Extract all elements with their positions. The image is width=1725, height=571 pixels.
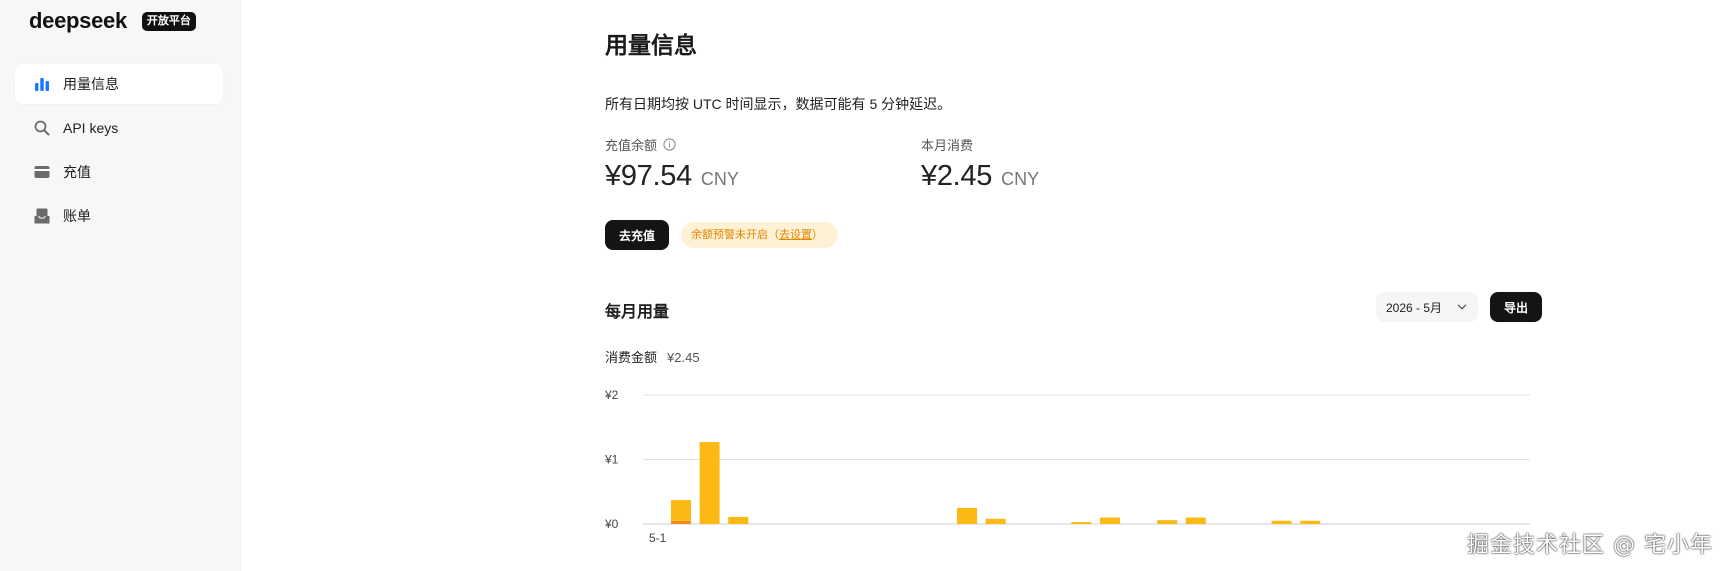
spend-total: 消费金额 ¥2.45 — [605, 347, 700, 366]
chart-bar — [957, 507, 977, 524]
chart-bar — [1185, 517, 1206, 524]
chart-bar — [985, 518, 1006, 524]
platform-badge: 开放平台 — [141, 11, 196, 31]
balance-amount: ¥97.54 — [605, 160, 692, 192]
brand[interactable]: deepseek 开放平台 — [29, 8, 196, 34]
chart-bar — [1271, 520, 1292, 524]
spend-total-value: ¥2.45 — [667, 350, 700, 365]
sidebar-item-label: 用量信息 — [63, 76, 119, 92]
chart-bar — [671, 520, 691, 524]
monthly-spend-value: ¥2.45 CNY — [921, 160, 1039, 193]
chart-bar — [1157, 520, 1178, 524]
sidebar-item-usage[interactable]: 用量信息 — [15, 64, 223, 104]
month-select[interactable]: 2026 - 5月 — [1376, 292, 1478, 322]
month-select-value: 2026 - 5月 — [1386, 300, 1443, 315]
utc-notice: 所有日期均按 UTC 时间显示，数据可能有 5 分钟延迟。 — [605, 96, 952, 112]
monthly-spend-unit: CNY — [1001, 169, 1040, 189]
sidebar-item-label: API keys — [63, 120, 119, 136]
info-icon[interactable] — [663, 138, 676, 151]
sidebar-item-label: 充值 — [63, 164, 91, 180]
sidebar: deepseek 开放平台 用量信息 API keys 充值 账单 — [0, 0, 241, 571]
sidebar-item-topup[interactable]: 充值 — [15, 152, 223, 192]
wallet-icon — [33, 163, 51, 181]
chart-bar — [699, 442, 720, 524]
chevron-down-icon — [1456, 301, 1468, 313]
watermark: 掘金技术社区 @ 宅小年 — [1467, 533, 1713, 558]
usage-page: 用量信息 所有日期均按 UTC 时间显示，数据可能有 5 分钟延迟。 充值余额 … — [604, 0, 1645, 571]
spend-total-label: 消费金额 — [605, 350, 658, 365]
bar-chart-icon — [33, 75, 51, 93]
alert-text: 余额预警未开启（ — [691, 229, 779, 241]
balance-stat: 充值余额 ¥97.54 CNY — [605, 135, 739, 193]
sidebar-item-api-keys[interactable]: API keys — [15, 108, 223, 148]
balance-label-row: 充值余额 — [605, 135, 739, 154]
chart-bar — [1100, 517, 1120, 524]
search-icon — [33, 119, 51, 137]
inbox-icon — [33, 207, 51, 225]
monthly-spend-amount: ¥2.45 — [921, 160, 993, 192]
export-button[interactable]: 导出 — [1490, 292, 1542, 322]
usage-chart: ¥0 ¥1 ¥2 5-1 — [604, 382, 1545, 552]
monthly-spend-label: 本月消费 — [921, 138, 974, 153]
y-tick-label: ¥0 — [604, 517, 619, 531]
balance-unit: CNY — [700, 169, 739, 189]
alert-close-paren: ） — [812, 229, 823, 241]
usage-chart-svg: ¥0 ¥1 ¥2 5-1 — [604, 388, 1530, 545]
chart-bar — [671, 500, 691, 521]
sidebar-nav: 用量信息 API keys 充值 账单 — [15, 64, 223, 240]
brand-logo[interactable]: deepseek — [29, 8, 127, 34]
balance-value: ¥97.54 CNY — [605, 160, 739, 193]
x-tick-label: 5-1 — [649, 531, 667, 545]
balance-label: 充值余额 — [605, 138, 658, 153]
alert-settings-link[interactable]: 去设置 — [779, 229, 812, 241]
sidebar-item-label: 账单 — [63, 208, 91, 224]
monthly-spend-stat: 本月消费 ¥2.45 CNY — [921, 135, 1039, 193]
section-title: 每月用量 — [605, 304, 670, 321]
chart-bar — [728, 516, 749, 524]
y-tick-label: ¥2 — [604, 388, 619, 402]
sidebar-item-bills[interactable]: 账单 — [15, 196, 223, 236]
y-tick-label: ¥1 — [604, 453, 619, 467]
page-title: 用量信息 — [605, 32, 697, 58]
balance-alert-badge: 余额预警未开启（去设置） — [681, 222, 838, 248]
chart-bar — [1071, 522, 1092, 524]
topup-button[interactable]: 去充值 — [605, 220, 669, 250]
chart-bar — [1300, 520, 1321, 524]
